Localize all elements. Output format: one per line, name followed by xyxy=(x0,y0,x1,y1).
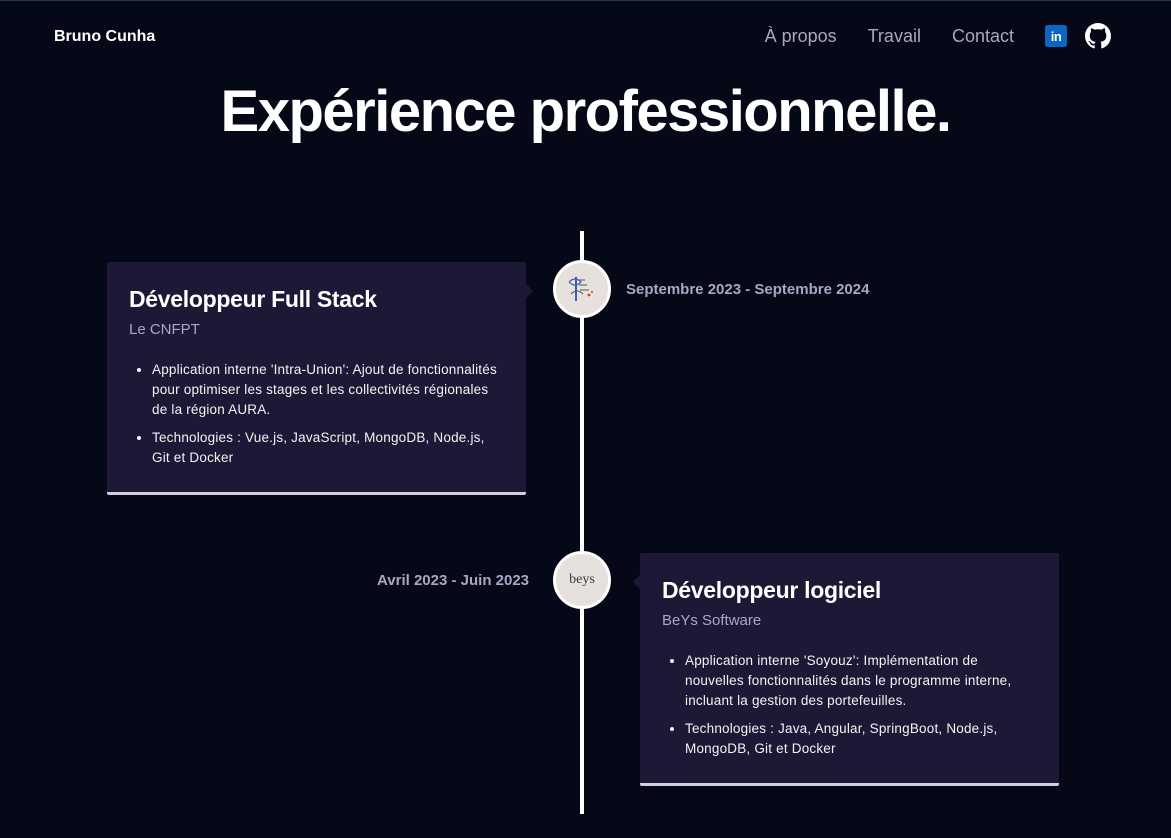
top-border xyxy=(0,0,1171,1)
experience-point: Application interne 'Intra-Union': Ajout… xyxy=(152,360,504,420)
brand-name[interactable]: Bruno Cunha xyxy=(54,28,155,46)
social-links: in xyxy=(1045,23,1111,49)
experience-company: Le CNFPT xyxy=(129,321,200,338)
experience-card-beys: Développeur logiciel BeYs Software Appli… xyxy=(633,553,1059,786)
card-arrow xyxy=(633,575,640,589)
beys-logo-icon: beys xyxy=(553,551,611,609)
experience-point: Technologies : Vue.js, JavaScript, Mongo… xyxy=(152,428,504,468)
nav-link-about[interactable]: À propos xyxy=(765,26,837,47)
page-title: Expérience professionnelle. xyxy=(220,79,952,144)
cnfpt-logo-icon xyxy=(553,260,611,318)
experience-points: Application interne 'Soyouz': Implémenta… xyxy=(662,651,1037,759)
github-icon[interactable] xyxy=(1085,23,1111,49)
experience-title: Développeur logiciel xyxy=(662,577,881,603)
experience-card-cnfpt: Développeur Full Stack Le CNFPT Applicat… xyxy=(107,262,533,495)
linkedin-icon[interactable]: in xyxy=(1045,25,1067,47)
experience-date: Septembre 2023 - Septembre 2024 xyxy=(626,281,870,298)
card-arrow xyxy=(526,284,533,298)
timeline-line xyxy=(580,231,584,814)
experience-date: Avril 2023 - Juin 2023 xyxy=(377,572,530,589)
experience-point: Application interne 'Soyouz': Implémenta… xyxy=(685,651,1037,711)
experience-point: Technologies : Java, Angular, SpringBoot… xyxy=(685,719,1037,759)
nav-link-work[interactable]: Travail xyxy=(868,26,921,47)
beys-logo-text: beys xyxy=(569,572,595,587)
experience-company: BeYs Software xyxy=(662,612,762,629)
nav-link-contact[interactable]: Contact xyxy=(952,26,1014,47)
navbar: À propos Travail Contact in xyxy=(765,22,1111,50)
cnfpt-logo-mark xyxy=(568,277,593,301)
experience-points: Application interne 'Intra-Union': Ajout… xyxy=(129,360,504,468)
experience-title: Développeur Full Stack xyxy=(129,286,377,312)
